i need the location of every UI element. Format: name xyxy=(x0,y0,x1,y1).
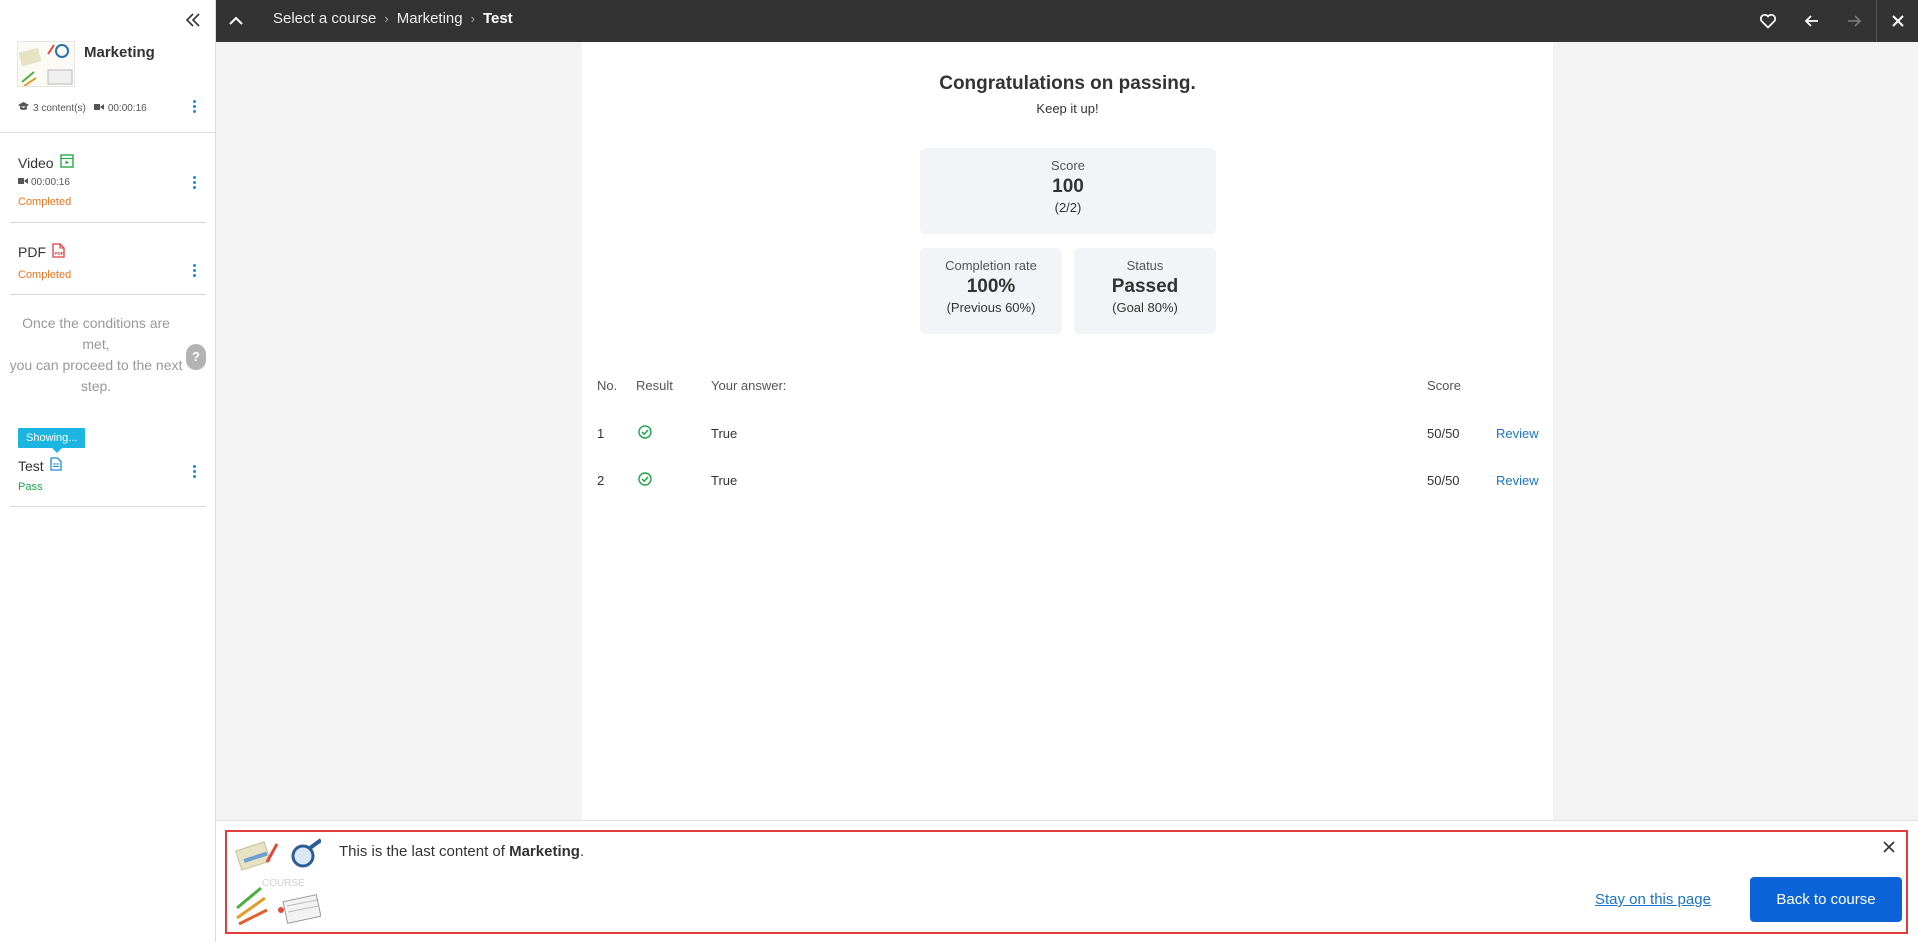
completion-rate-card: Completion rate 100% (Previous 60%) xyxy=(920,248,1062,334)
course-duration: 00:00:16 xyxy=(107,102,147,114)
course-content-count: 3 content(s) xyxy=(33,102,86,114)
notification-message: This is the last content of Marketing. xyxy=(339,843,584,860)
content-item-title: Test xyxy=(18,457,62,474)
course-header: Marketing 3 content(s) 00:00:16 xyxy=(0,0,215,133)
content-item-video[interactable]: Video 00:00:16 Completed xyxy=(10,133,206,223)
svg-text:PDF: PDF xyxy=(55,251,64,256)
row-score: 50/50 xyxy=(1427,426,1460,441)
check-circle-icon xyxy=(638,472,652,486)
course-illustration: COURSE xyxy=(235,838,321,926)
row-answer: True xyxy=(711,426,738,441)
content-item-menu-icon[interactable] xyxy=(189,173,199,191)
video-camera-icon xyxy=(18,177,28,188)
score-card: Score 100 (2/2) xyxy=(920,148,1216,234)
review-link[interactable]: Review xyxy=(1496,426,1539,441)
top-bar: Select a course › Marketing › Test xyxy=(216,0,1918,42)
content-item-test[interactable]: Test Pass xyxy=(10,440,206,507)
collapse-sidebar-icon[interactable] xyxy=(183,10,203,30)
content-item-status: Pass xyxy=(18,481,43,493)
last-content-notification: COURSE This is the last content of Marke… xyxy=(225,830,1908,934)
result-subtitle: Keep it up! xyxy=(1036,101,1099,116)
content-item-duration-value: 00:00:16 xyxy=(31,177,70,188)
arrow-right-icon[interactable] xyxy=(1844,11,1864,31)
review-link[interactable]: Review xyxy=(1496,473,1539,488)
breadcrumb-item-current: Test xyxy=(482,10,513,27)
header-score: Score xyxy=(1427,378,1461,393)
row-number: 2 xyxy=(597,473,605,488)
video-content-icon xyxy=(59,154,74,171)
arrow-left-icon[interactable] xyxy=(1802,11,1822,31)
breadcrumb-separator: › xyxy=(384,11,389,26)
content-item-menu-icon[interactable] xyxy=(189,462,199,480)
course-meta: 3 content(s) 00:00:16 xyxy=(18,102,147,114)
chevron-up-icon[interactable] xyxy=(226,11,246,31)
content-item-label: Video xyxy=(18,154,54,171)
test-document-icon xyxy=(50,457,62,474)
last-content-notification-bar: COURSE This is the last content of Marke… xyxy=(216,820,1918,942)
content-item-title: Video xyxy=(18,154,74,171)
notification-message-suffix: . xyxy=(579,843,585,860)
pdf-file-icon: PDF xyxy=(52,243,65,261)
row-answer: True xyxy=(711,473,738,488)
close-icon[interactable] xyxy=(1876,0,1918,42)
notification-course-name: Marketing xyxy=(509,843,580,860)
content-item-label: Test xyxy=(18,457,44,474)
status-goal: (Goal 80%) xyxy=(1112,300,1178,315)
video-camera-icon xyxy=(93,103,104,114)
header-no: No. xyxy=(597,378,618,393)
course-illustration-label: COURSE xyxy=(262,878,305,889)
stay-on-page-link[interactable]: Stay on this page xyxy=(1595,891,1711,908)
completion-rate-previous: (Previous 60%) xyxy=(946,300,1036,315)
status-value: Passed xyxy=(1111,276,1179,297)
back-to-course-button[interactable]: Back to course xyxy=(1750,877,1902,922)
course-thumbnail xyxy=(17,41,75,87)
content-item-status: Completed xyxy=(18,196,72,208)
score-label: Score xyxy=(1051,158,1085,173)
score-detail: (2/2) xyxy=(1054,200,1082,215)
condition-message-text: Once the conditions are met, you can pro… xyxy=(9,315,183,394)
header-answer: Your answer: xyxy=(711,378,787,393)
course-title: Marketing xyxy=(84,44,155,61)
status-label: Status xyxy=(1126,258,1164,273)
completion-rate-value: 100% xyxy=(966,276,1016,297)
notification-message-prefix: This is the last content of xyxy=(339,843,510,860)
content-item-pdf[interactable]: PDF PDF Completed xyxy=(10,223,206,295)
breadcrumb-separator: › xyxy=(470,11,475,26)
close-notification-icon[interactable] xyxy=(1880,838,1898,856)
content-item-label: PDF xyxy=(18,244,46,260)
content-item-duration: 00:00:16 xyxy=(18,177,70,188)
condition-message: Once the conditions are met, you can pro… xyxy=(8,313,184,397)
content-item-menu-icon[interactable] xyxy=(189,261,199,279)
graduation-cap-icon xyxy=(18,102,29,114)
completion-rate-label: Completion rate xyxy=(945,258,1037,273)
result-title: Congratulations on passing. xyxy=(939,73,1196,94)
score-value: 100 xyxy=(1052,176,1084,197)
breadcrumb-item-courses[interactable]: Select a course xyxy=(273,10,376,27)
row-score: 50/50 xyxy=(1427,473,1460,488)
check-circle-icon xyxy=(638,425,652,439)
breadcrumb-item-course[interactable]: Marketing xyxy=(397,10,463,27)
row-number: 1 xyxy=(597,426,605,441)
breadcrumb: Select a course › Marketing › Test xyxy=(273,10,513,27)
heart-icon[interactable] xyxy=(1758,11,1778,31)
content-item-title: PDF PDF xyxy=(18,243,65,261)
help-button[interactable]: ? xyxy=(186,344,206,370)
test-result-panel: Congratulations on passing. Keep it up! … xyxy=(582,42,1553,820)
header-result: Result xyxy=(636,378,673,393)
course-menu-icon[interactable] xyxy=(189,97,199,115)
content-item-status: Completed xyxy=(18,269,72,281)
status-card: Status Passed (Goal 80%) xyxy=(1074,248,1216,334)
sidebar: Marketing 3 content(s) 00:00:16 Video 00… xyxy=(0,0,216,942)
